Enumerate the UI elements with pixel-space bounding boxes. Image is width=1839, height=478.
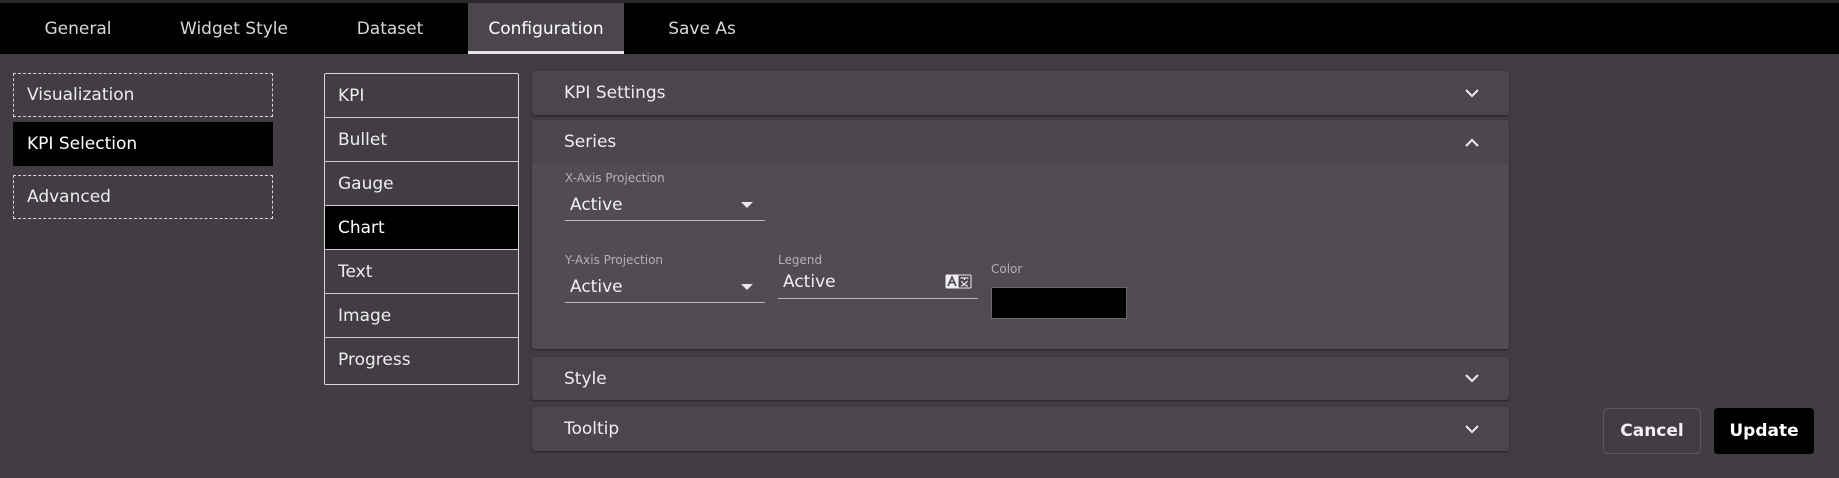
sidenav-item-kpi-selection[interactable]: KPI Selection [13,122,273,166]
y-axis-projection-value: Active [570,276,623,297]
kpi-settings-title: KPI Settings [564,83,666,103]
chevron-down-icon[interactable] [1463,84,1481,102]
kpi-type-bullet[interactable]: Bullet [325,118,518,162]
tab-save-as[interactable]: Save As [656,3,748,54]
style-header[interactable]: Style [532,357,1509,400]
caret-down-icon [741,201,753,208]
series-header[interactable]: Series [532,120,1509,164]
x-axis-projection-select[interactable]: Active [565,189,765,221]
kpi-settings-panel: KPI Settings [532,71,1509,115]
legend-value: Active [783,271,836,292]
color-swatch[interactable] [991,287,1127,319]
caret-down-icon [741,283,753,290]
sidenav-item-visualization[interactable]: Visualization [13,73,273,117]
update-button[interactable]: Update [1714,408,1814,454]
x-axis-projection-value: Active [570,194,623,215]
legend-input[interactable]: Active [778,265,978,299]
tab-general[interactable]: General [20,3,136,54]
y-axis-projection-select[interactable]: Active [565,271,765,303]
top-tab-bar: General Widget Style Dataset Configurati… [0,0,1839,54]
tab-widget-style[interactable]: Widget Style [168,3,300,54]
series-panel: Series X-Axis Projection Active Y-Axis P… [532,120,1509,349]
chevron-down-icon[interactable] [1463,420,1481,438]
kpi-type-text[interactable]: Text [325,250,518,294]
style-panel: Style [532,357,1509,400]
tab-dataset[interactable]: Dataset [338,3,442,54]
kpi-settings-header[interactable]: KPI Settings [532,71,1509,115]
translate-icon[interactable] [945,274,972,289]
y-axis-projection-label: Y-Axis Projection [565,253,664,267]
tooltip-title: Tooltip [564,419,620,439]
chevron-down-icon[interactable] [1463,370,1481,388]
kpi-type-gauge[interactable]: Gauge [325,162,518,206]
sidenav-item-advanced[interactable]: Advanced [13,175,273,219]
kpi-type-list: KPI Bullet Gauge Chart Text Image Progre… [324,73,519,385]
kpi-type-kpi[interactable]: KPI [325,74,518,118]
tooltip-panel: Tooltip [532,407,1509,451]
style-title: Style [564,368,607,389]
tooltip-header[interactable]: Tooltip [532,407,1509,451]
cancel-button[interactable]: Cancel [1603,408,1701,454]
tab-configuration[interactable]: Configuration [468,3,624,54]
color-label: Color [991,262,1023,276]
chevron-up-icon[interactable] [1463,133,1481,151]
series-title: Series [564,132,617,152]
x-axis-projection-label: X-Axis Projection [565,171,665,185]
kpi-type-chart[interactable]: Chart [325,206,518,250]
kpi-type-image[interactable]: Image [325,294,518,338]
kpi-type-progress[interactable]: Progress [325,338,518,381]
series-body: X-Axis Projection Active Y-Axis Projecti… [532,164,1509,349]
